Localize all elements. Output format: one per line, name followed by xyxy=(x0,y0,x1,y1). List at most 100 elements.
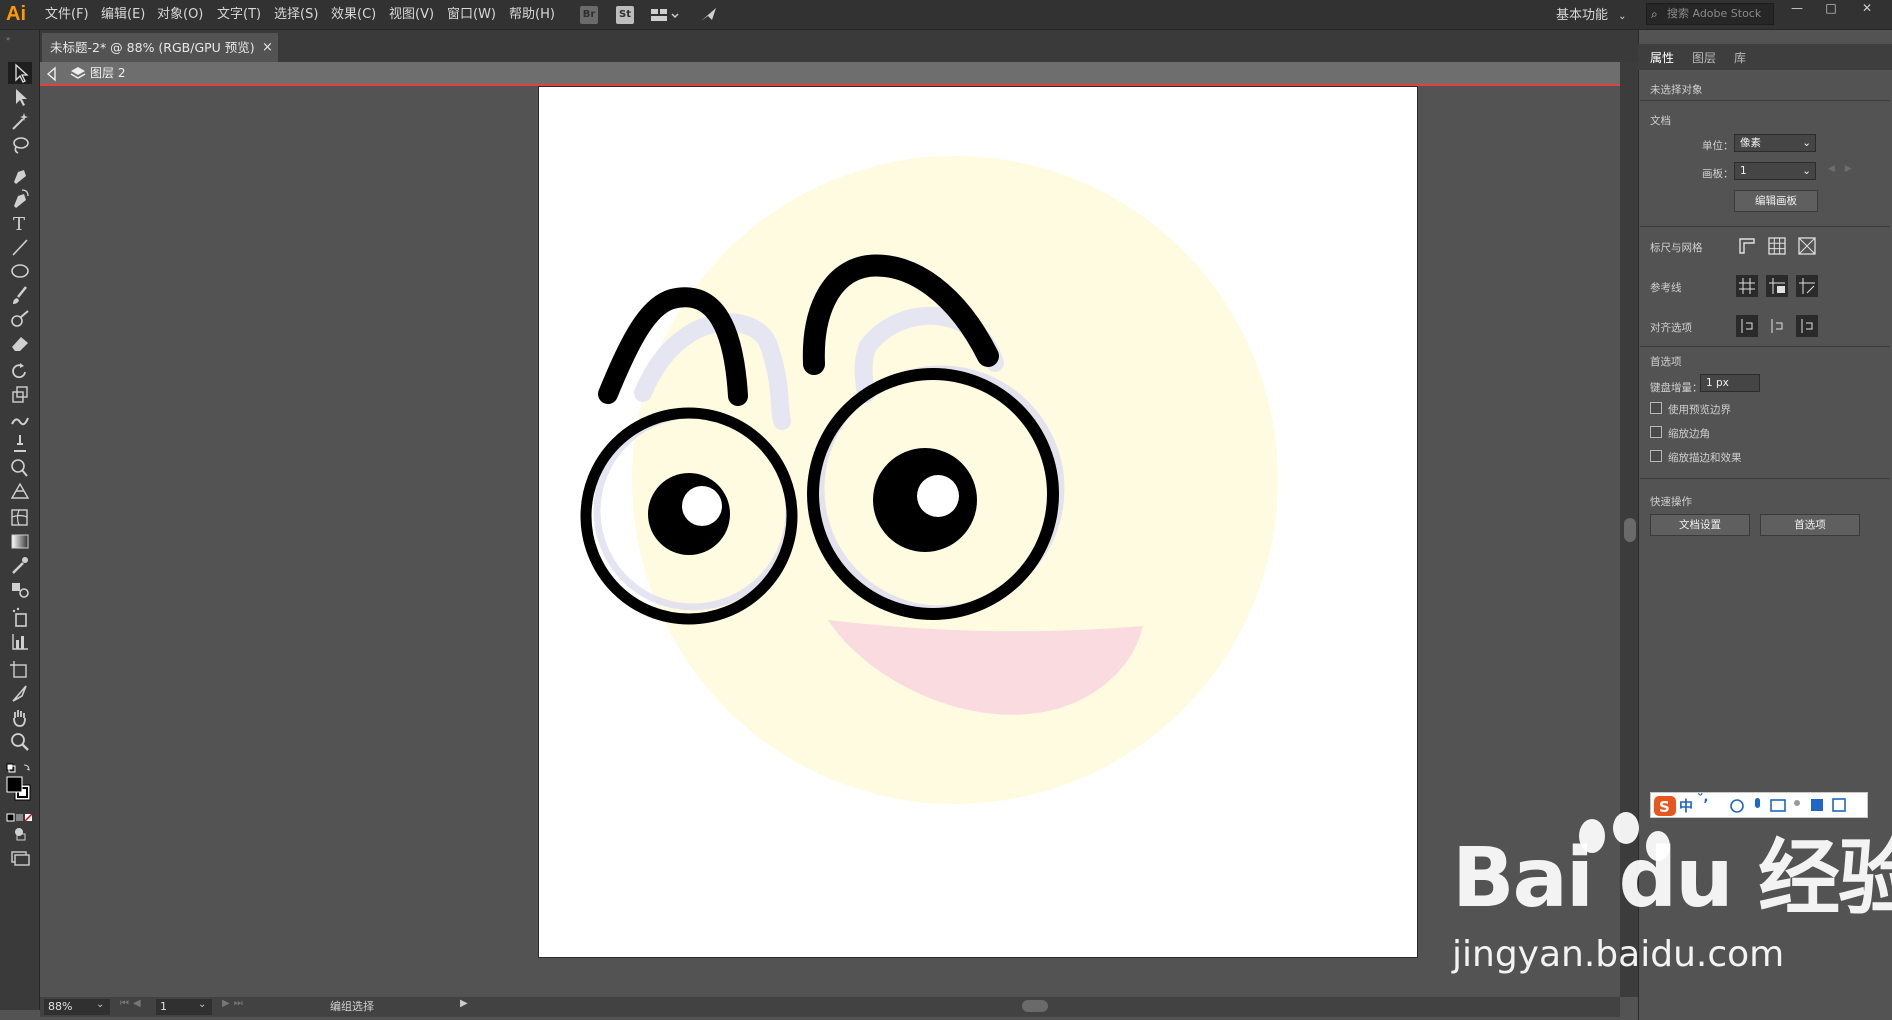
gradient-tool-icon[interactable] xyxy=(8,530,32,552)
chevron-down-icon: ⌄ xyxy=(1802,137,1811,149)
app-logo: Ai xyxy=(6,3,26,25)
paintbrush-tool-icon[interactable] xyxy=(8,284,32,306)
rotate-tool-icon[interactable] xyxy=(8,360,32,382)
close-window-button[interactable]: ✕ xyxy=(1848,0,1886,18)
tab-libraries[interactable]: 库 xyxy=(1734,49,1746,66)
status-menu-arrow-icon[interactable]: ▶ xyxy=(460,998,468,1009)
vertical-scroll-thumb[interactable] xyxy=(1624,518,1636,542)
ruler-icon[interactable] xyxy=(1736,235,1758,257)
first-prev-artboard-icons[interactable]: ⏮◀ xyxy=(120,998,145,1009)
direct-selection-tool-icon[interactable] xyxy=(8,86,32,108)
collapse-toolbar-icon[interactable]: » xyxy=(6,36,32,43)
workspace-switcher[interactable]: 基本功能 ⌄ xyxy=(1556,4,1627,23)
show-guides-icon[interactable] xyxy=(1736,275,1758,297)
hand-tool-icon[interactable] xyxy=(8,706,32,728)
svg-text:T: T xyxy=(13,214,25,234)
artboard-chevron-down-icon[interactable]: ⌄ xyxy=(198,999,206,1010)
drawing-mode-icon[interactable] xyxy=(8,824,32,842)
slice-tool-icon[interactable] xyxy=(8,682,32,704)
lock-guides-icon[interactable] xyxy=(1766,275,1788,297)
mesh-tool-icon[interactable] xyxy=(8,506,32,528)
document-tab-row xyxy=(40,30,1645,62)
ime-chinese-mode[interactable]: 中 xyxy=(1679,796,1693,816)
blend-tool-icon[interactable] xyxy=(8,578,32,600)
pen-tool-icon[interactable] xyxy=(8,164,32,186)
color-mode-icons[interactable] xyxy=(6,808,34,822)
preferences-button[interactable]: 首选项 xyxy=(1760,514,1860,536)
snap-to-pixel-icon[interactable] xyxy=(1796,315,1818,337)
transparency-grid-icon[interactable] xyxy=(1796,235,1818,257)
menu-help[interactable]: 帮助(H) xyxy=(509,6,555,24)
keyboard-increment-input[interactable]: 1 px xyxy=(1700,374,1760,392)
ellipse-tool-icon[interactable] xyxy=(8,260,32,282)
use-preview-bounds-checkbox[interactable] xyxy=(1650,402,1662,414)
guides-label: 参考线 xyxy=(1650,282,1682,294)
puppet-warp-tool-icon[interactable] xyxy=(8,432,32,454)
scale-tool-icon[interactable] xyxy=(8,384,32,406)
back-arrow-icon[interactable] xyxy=(44,66,60,82)
artboard-tool-icon[interactable] xyxy=(8,658,32,680)
keyboard-increment-label: 键盘增量： xyxy=(1650,382,1703,394)
grid-icon[interactable] xyxy=(1766,235,1788,257)
maximize-button[interactable]: □ xyxy=(1812,0,1850,18)
ime-toolbar[interactable]: S °, 中 xyxy=(1650,790,1868,818)
fill-stroke-swatch[interactable] xyxy=(6,776,32,802)
stock-button[interactable]: St xyxy=(616,6,634,24)
default-fill-stroke-icon[interactable] xyxy=(6,760,32,773)
menu-select[interactable]: 选择(S) xyxy=(274,6,318,24)
menu-effect[interactable]: 效果(C) xyxy=(331,6,376,24)
perspective-grid-tool-icon[interactable] xyxy=(8,480,32,502)
symbol-sprayer-tool-icon[interactable] xyxy=(8,606,32,628)
artboard-number: 1 xyxy=(160,1000,167,1013)
close-tab-icon[interactable]: × xyxy=(262,33,274,62)
menu-view[interactable]: 视图(V) xyxy=(389,6,434,24)
shaper-tool-icon[interactable] xyxy=(8,308,32,330)
screen-mode-icon[interactable] xyxy=(8,848,32,866)
magic-wand-tool-icon[interactable] xyxy=(8,110,32,132)
menu-type[interactable]: 文字(T) xyxy=(217,6,261,24)
menu-edit[interactable]: 编辑(E) xyxy=(101,6,145,24)
shape-builder-tool-icon[interactable] xyxy=(8,456,32,478)
minimize-button[interactable]: — xyxy=(1778,0,1816,18)
warp-tool-icon[interactable] xyxy=(8,408,32,430)
lasso-tool-icon[interactable] xyxy=(8,134,32,156)
bridge-button[interactable]: Br xyxy=(580,6,598,24)
edit-artboards-button[interactable]: 编辑画板 xyxy=(1734,190,1818,212)
menu-file[interactable]: 文件(F) xyxy=(45,6,89,24)
snap-to-grid-icon[interactable] xyxy=(1766,315,1788,337)
arrange-documents-icon[interactable] xyxy=(650,6,680,24)
status-text: 编组选择 xyxy=(330,1000,374,1013)
scale-corners-checkbox[interactable] xyxy=(1650,426,1662,438)
type-tool-icon[interactable]: T xyxy=(8,212,32,235)
units-label: 单位： xyxy=(1702,140,1734,152)
emoji-artwork[interactable] xyxy=(538,86,1418,958)
curvature-tool-icon[interactable] xyxy=(8,188,32,210)
snap-to-point-icon[interactable] xyxy=(1736,315,1758,337)
baidu-watermark-url: jingyan.baidu.com xyxy=(1452,934,1785,975)
artboard-nav-arrows-icon[interactable]: ◀▶ xyxy=(1828,164,1862,174)
next-last-artboard-icons[interactable]: ▶⏭ xyxy=(222,998,247,1009)
eyedropper-tool-icon[interactable] xyxy=(8,554,32,576)
tab-properties[interactable]: 属性 xyxy=(1650,49,1674,66)
menu-window[interactable]: 窗口(W) xyxy=(447,6,496,24)
eraser-tool-icon[interactable] xyxy=(8,332,32,354)
stock-search-input[interactable]: ⌕ 搜索 Adobe Stock xyxy=(1646,3,1774,25)
smart-guides-icon[interactable] xyxy=(1796,275,1818,297)
chevron-down-icon: ⌄ xyxy=(1802,165,1811,177)
units-dropdown[interactable]: 像素 ⌄ xyxy=(1734,134,1816,152)
document-tab[interactable]: 未标题-2* @ 88% (RGB/GPU 预览) xyxy=(42,33,278,62)
panel-tab-bar xyxy=(1638,44,1892,70)
selection-tool-icon[interactable] xyxy=(8,62,32,84)
tab-layers[interactable]: 图层 xyxy=(1692,49,1716,66)
rulers-grids-label: 标尺与网格 xyxy=(1650,242,1703,254)
column-graph-tool-icon[interactable] xyxy=(8,630,32,652)
document-setup-button[interactable]: 文档设置 xyxy=(1650,514,1750,536)
horizontal-scroll-thumb[interactable] xyxy=(1022,1000,1048,1012)
menu-object[interactable]: 对象(O) xyxy=(157,6,203,24)
gpu-performance-icon[interactable] xyxy=(698,5,720,25)
scale-strokes-effects-checkbox[interactable] xyxy=(1650,450,1662,462)
zoom-chevron-down-icon[interactable]: ⌄ xyxy=(96,999,104,1010)
line-tool-icon[interactable] xyxy=(8,236,32,258)
artboard-dropdown[interactable]: 1 ⌄ xyxy=(1734,162,1816,180)
zoom-tool-icon[interactable] xyxy=(8,730,32,752)
